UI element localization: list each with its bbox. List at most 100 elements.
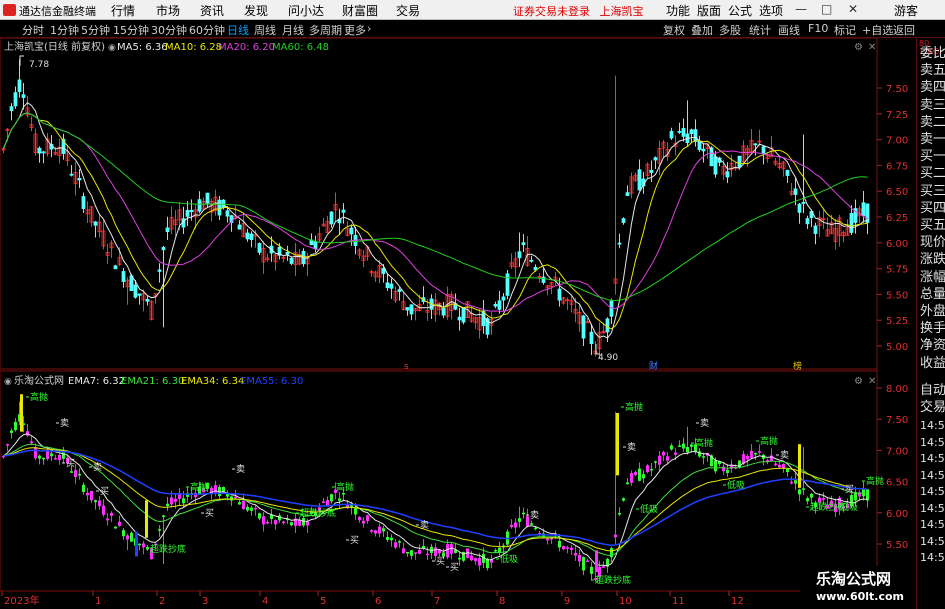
- upper-settings-icon[interactable]: ⚙: [854, 42, 863, 53]
- time-label-3: 3: [202, 596, 208, 607]
- lower-price-0: 8.00: [886, 384, 908, 395]
- lower-candle-80: [322, 501, 325, 503]
- upper-candle-41: [165, 227, 170, 233]
- upper-candle-201: [805, 218, 810, 225]
- mark-button[interactable]: 标记: [834, 22, 856, 38]
- f10-button[interactable]: F10: [808, 22, 828, 35]
- tab-weekly[interactable]: 周线: [254, 22, 276, 38]
- lower-candle-194: [778, 464, 781, 468]
- menu-discover[interactable]: 发现: [244, 2, 268, 19]
- stats-button[interactable]: 统计: [749, 22, 771, 38]
- upper-price-4: 6.50: [886, 187, 908, 198]
- signal-label-14: 低吸: [500, 553, 518, 565]
- multi-stock-button[interactable]: 多股: [719, 22, 741, 38]
- time-value-3: 14:56: [920, 468, 945, 482]
- auto-trade-label-1[interactable]: 交易: [920, 400, 945, 416]
- time-value-0: 14:56: [920, 419, 945, 432]
- upper-candle-115: [461, 307, 466, 323]
- minimize-button[interactable]: —: [795, 2, 807, 16]
- lower-settings-icon[interactable]: ⚙: [854, 376, 863, 387]
- lower-candle-161: [646, 465, 649, 473]
- restore-button[interactable]: □: [821, 2, 832, 16]
- lower-candle-166: [666, 456, 669, 461]
- menu-options[interactable]: 选项: [759, 2, 783, 19]
- marker-finance[interactable]: 财: [649, 360, 658, 372]
- menu-market[interactable]: 市场: [156, 2, 180, 19]
- tab-daily[interactable]: 日线: [227, 22, 249, 38]
- lower-candle-144: [578, 554, 581, 562]
- upper-candle-20: [81, 196, 86, 209]
- ma-toggle-icon[interactable]: ◉: [108, 43, 116, 53]
- lower-candle-25: [102, 505, 105, 515]
- menu-trade[interactable]: 交易: [396, 2, 420, 19]
- overlay-button[interactable]: 叠加: [691, 22, 713, 38]
- upper-candle-163: [653, 157, 658, 161]
- lower-candle-199: [798, 489, 801, 495]
- upper-candle-130: [521, 242, 526, 246]
- lower-candle-65: [262, 516, 265, 525]
- watermark: 乐淘公式网 www.60lt.com: [800, 566, 916, 609]
- tab-15min[interactable]: 15分钟: [113, 22, 149, 38]
- upper-price-9: 5.25: [886, 316, 908, 327]
- marker-list[interactable]: 榜: [793, 360, 802, 372]
- guest-user[interactable]: 游客: [894, 2, 918, 19]
- menu-formula[interactable]: 公式: [728, 2, 752, 19]
- login-warning-text: 证券交易未登录: [513, 5, 590, 18]
- kline-chart[interactable]: 高抛卖买 卖买 高抛卖买超跌抄底高抛超跌抄底买卖买 低吸卖高抛卖低吸卖高抛 高抛低吸卖超…: [0, 38, 916, 609]
- lower-candle-31: [126, 535, 129, 540]
- lower-candle-188: [754, 452, 757, 455]
- draw-line-button[interactable]: 画线: [778, 22, 800, 38]
- lower-candle-201: [806, 498, 809, 502]
- side-label-7: 买二: [920, 166, 945, 182]
- time-value-7: 14:56: [920, 534, 945, 548]
- lower-close-icon[interactable]: ✕: [868, 376, 876, 387]
- upper-candle-59: [237, 224, 242, 230]
- side-label-5: 卖一: [920, 132, 945, 147]
- tab-more[interactable]: 更多: [344, 22, 366, 38]
- tab-monthly[interactable]: 月线: [282, 22, 304, 38]
- lower-candle-110: [442, 552, 445, 557]
- side-label-14: 总量: [920, 286, 945, 302]
- close-button[interactable]: ✕: [848, 2, 858, 16]
- marker-s[interactable]: s: [404, 362, 409, 372]
- upper-candle-110: [441, 308, 446, 316]
- indicator-toggle-icon[interactable]: ◉: [4, 377, 12, 387]
- tab-multi-period[interactable]: 多周期: [309, 22, 342, 38]
- upper-candle-172: [689, 129, 694, 135]
- tab-5min[interactable]: 5分钟: [81, 22, 110, 38]
- add-watchlist-button[interactable]: +自选: [862, 22, 893, 38]
- menu-layout[interactable]: 版面: [697, 2, 721, 19]
- upper-candle-184: [737, 155, 742, 168]
- lower-candle-74: [298, 519, 301, 526]
- side-label-17: 净资: [920, 338, 945, 354]
- menu-news[interactable]: 资讯: [200, 2, 224, 19]
- auto-trade-label-0[interactable]: 自动: [920, 383, 945, 399]
- lower-candle-186: [746, 455, 749, 460]
- lower-candle-133: [534, 527, 537, 530]
- upper-candle-216: [865, 203, 870, 223]
- lower-candle-45: [182, 498, 185, 504]
- menu-wealth[interactable]: 财富圈: [342, 2, 378, 19]
- upper-candle-78: [313, 241, 318, 249]
- back-button[interactable]: 返回: [893, 22, 915, 38]
- upper-candle-85: [341, 209, 346, 213]
- tab-timeshare[interactable]: 分时: [22, 22, 44, 38]
- tab-30min[interactable]: 30分钟: [151, 22, 187, 38]
- more-chevron-icon[interactable]: ›: [367, 22, 371, 35]
- adjust-button[interactable]: 复权: [663, 22, 685, 38]
- menu-ask[interactable]: 问小达: [288, 2, 324, 19]
- upper-candle-215: [861, 202, 866, 216]
- menu-function[interactable]: 功能: [666, 2, 690, 19]
- side-label-16: 换手: [920, 321, 945, 337]
- tab-1min[interactable]: 1分钟: [50, 22, 79, 38]
- upper-candle-203: [813, 225, 818, 234]
- panel-labels: 上海凯宝(日线 前复权) ◉ MA5: 6.36 MA10: 6.28 MA20…: [4, 40, 876, 387]
- time-value-5: 14:56: [920, 501, 945, 515]
- menu-quotes[interactable]: 行情: [111, 2, 135, 19]
- tab-60min[interactable]: 60分钟: [189, 22, 225, 38]
- lower-candle-100: [402, 548, 405, 554]
- lower-candle-12: [50, 453, 53, 457]
- upper-candle-33: [133, 284, 138, 298]
- upper-close-icon[interactable]: ✕: [868, 42, 876, 53]
- side-label-8: 买三: [920, 183, 945, 199]
